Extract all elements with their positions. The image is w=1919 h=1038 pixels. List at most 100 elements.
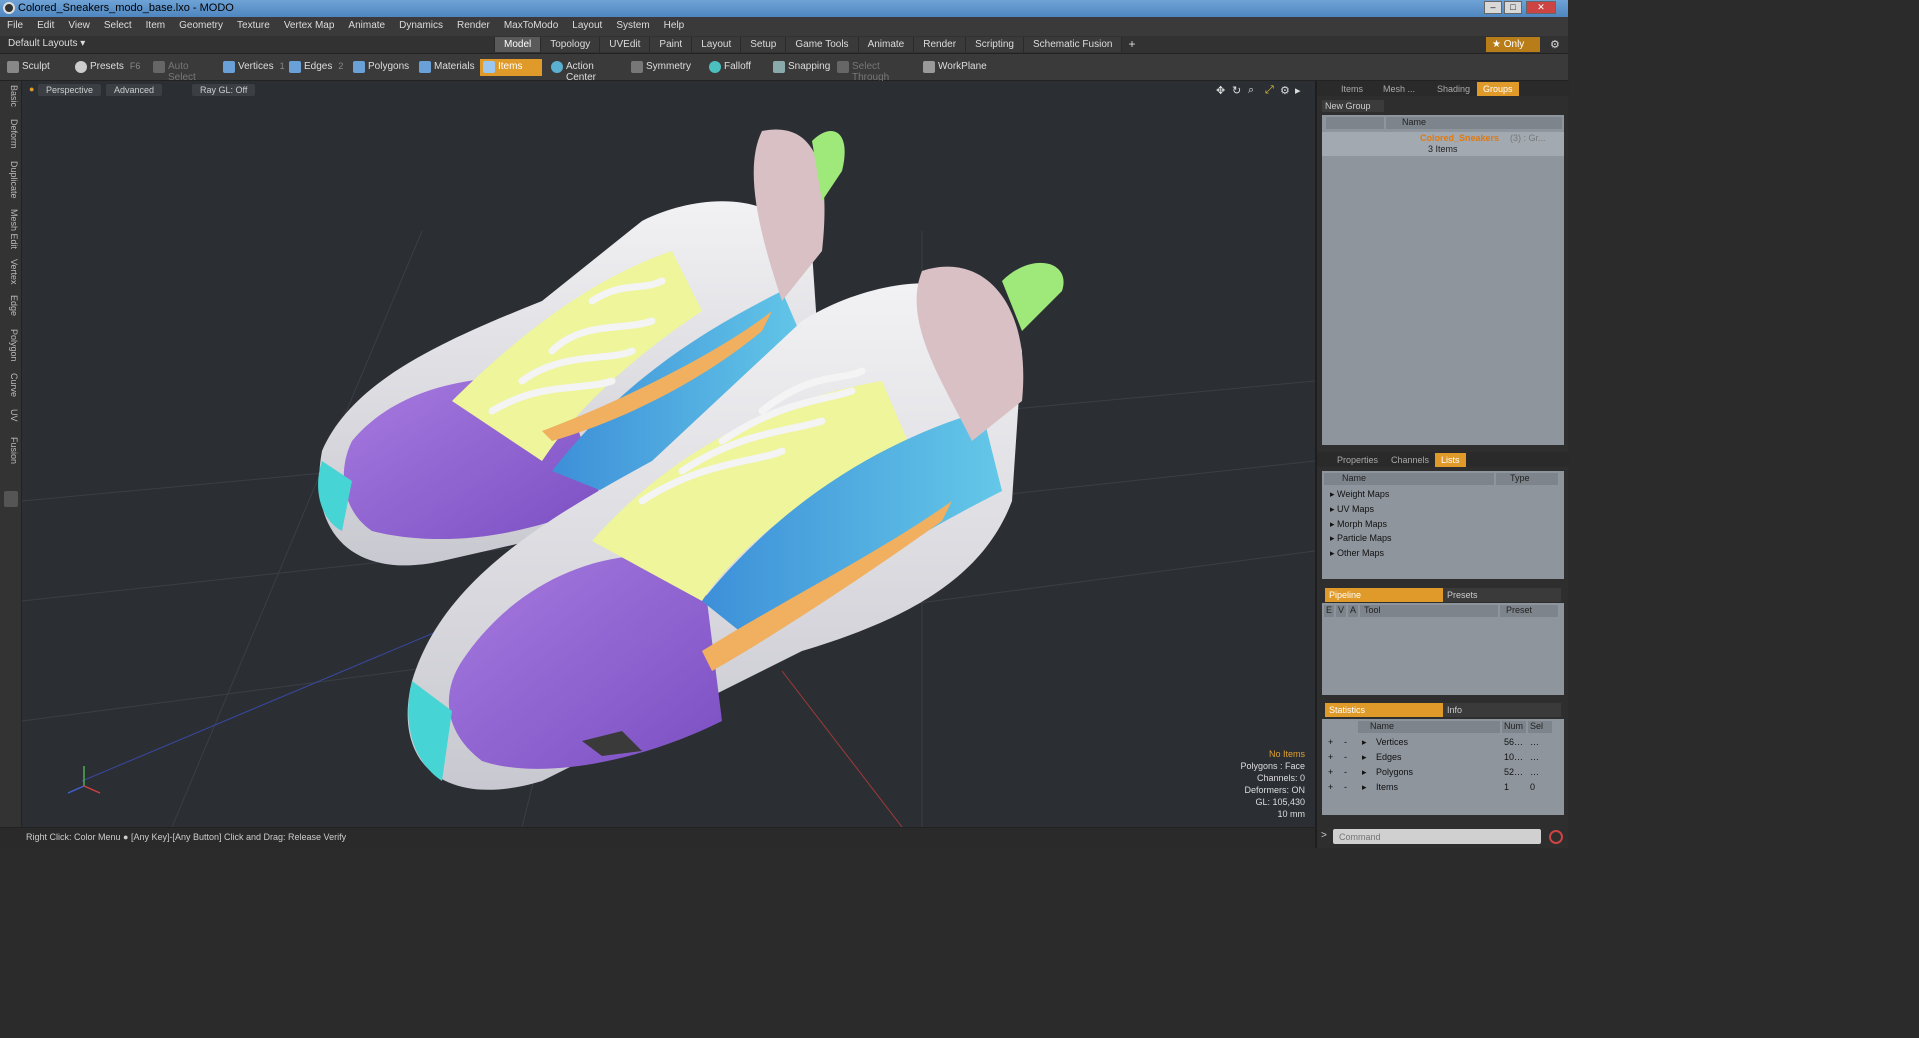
menu-vertex-map[interactable]: Vertex Map	[277, 17, 342, 31]
tab-groups[interactable]: Groups	[1477, 82, 1519, 96]
tab-game-tools[interactable]: Game Tools	[785, 37, 858, 52]
statistics-table[interactable]: Name Num Sel + - ▸ Vertices 56… … + - ▸ Edge…	[1322, 719, 1564, 815]
sidebar-collapse-button[interactable]	[4, 491, 18, 507]
tab-items[interactable]: Items	[1335, 82, 1369, 96]
gear-icon[interactable]: ⚙	[1550, 38, 1560, 51]
menu-dynamics[interactable]: Dynamics	[392, 17, 450, 31]
menu-layout[interactable]: Layout	[565, 17, 609, 31]
select-through-button[interactable]: Select Through	[834, 59, 916, 83]
list-item-uv-maps[interactable]: ▸ UV Maps	[1330, 504, 1374, 515]
tab-statistics[interactable]: Statistics	[1325, 703, 1443, 717]
vtab-basic[interactable]: Basic	[3, 85, 19, 107]
vtab-deform[interactable]: Deform	[3, 119, 19, 149]
list-item-particle-maps[interactable]: ▸ Particle Maps	[1330, 533, 1392, 544]
tab-shading[interactable]: Shading	[1431, 82, 1476, 96]
raygl-toggle[interactable]: Ray GL: Off	[192, 84, 256, 96]
vtab-vertex[interactable]: Vertex	[3, 259, 19, 285]
maximize-button[interactable]: □	[1504, 1, 1522, 14]
vtab-edge[interactable]: Edge	[3, 295, 19, 316]
vtab-curve[interactable]: Curve	[3, 373, 19, 397]
sculpt-button[interactable]: Sculpt	[4, 59, 70, 76]
rotate-view-icon[interactable]: ↻	[1232, 84, 1241, 97]
vtab-uv[interactable]: UV	[3, 409, 19, 422]
new-group-button[interactable]: New Group	[1322, 100, 1384, 112]
menu-geometry[interactable]: Geometry	[172, 17, 230, 31]
tab-setup[interactable]: Setup	[740, 37, 786, 52]
expand-plus-icon[interactable]: +	[1328, 737, 1333, 747]
3d-viewport[interactable]: ● Perspective Advanced Ray GL: Off ✥ ↻ ⌕…	[22, 81, 1315, 827]
zoom-view-icon[interactable]: ⌕	[1248, 84, 1254, 97]
menu-animate[interactable]: Animate	[341, 17, 392, 31]
collapse-minus-icon[interactable]: -	[1344, 782, 1347, 792]
tab-topology[interactable]: Topology	[540, 37, 600, 52]
tab-pipeline[interactable]: Pipeline	[1325, 588, 1443, 602]
groups-list[interactable]: Name Colored_Sneakers (3) : Gr... 3 Item…	[1322, 115, 1564, 445]
viewport-settings-icon[interactable]: ⚙	[1280, 84, 1290, 97]
move-view-icon[interactable]: ✥	[1216, 84, 1225, 97]
menu-render[interactable]: Render	[450, 17, 497, 31]
collapse-minus-icon[interactable]: -	[1344, 737, 1347, 747]
tab-animate[interactable]: Animate	[857, 37, 914, 52]
lists-tree[interactable]: Name Type ▸ Weight Maps ▸ UV Maps ▸ Morp…	[1322, 471, 1564, 579]
collapse-minus-icon[interactable]: -	[1344, 767, 1347, 777]
vertices-button[interactable]: Vertices 1	[220, 59, 285, 76]
menu-edit[interactable]: Edit	[30, 17, 61, 31]
tab-uvedit[interactable]: UVEdit	[599, 37, 650, 52]
edges-button[interactable]: Edges 2	[286, 59, 348, 76]
symmetry-button[interactable]: Symmetry	[628, 59, 696, 76]
fit-view-icon[interactable]: ⤢	[1265, 84, 1274, 97]
tab-layout[interactable]: Layout	[691, 37, 741, 52]
vtab-polygon[interactable]: Polygon	[3, 329, 19, 362]
table-row[interactable]: + - ▸ Vertices 56… …	[1322, 736, 1564, 750]
tab-schematic-fusion[interactable]: Schematic Fusion	[1022, 37, 1122, 52]
tab-render[interactable]: Render	[913, 37, 966, 52]
auto-select-button[interactable]: Auto Select	[150, 59, 218, 83]
list-item-morph-maps[interactable]: ▸ Morph Maps	[1330, 519, 1387, 530]
expand-plus-icon[interactable]: +	[1328, 782, 1333, 792]
expand-plus-icon[interactable]: +	[1328, 767, 1333, 777]
menu-file[interactable]: File	[0, 17, 30, 31]
presets-button[interactable]: Presets F6	[72, 59, 140, 76]
advanced-dropdown[interactable]: Advanced	[106, 84, 163, 96]
pipeline-list[interactable]: E V A Tool Preset	[1322, 603, 1564, 695]
vtab-fusion[interactable]: Fusion	[3, 437, 19, 464]
tab-mesh[interactable]: Mesh ...	[1377, 82, 1421, 96]
list-item-other-maps[interactable]: ▸ Other Maps	[1330, 548, 1384, 559]
menu-texture[interactable]: Texture	[230, 17, 277, 31]
tab-channels[interactable]: Channels	[1385, 453, 1435, 467]
tab-presets[interactable]: Presets	[1443, 588, 1561, 602]
menu-item[interactable]: Item	[139, 17, 172, 31]
viewport-expand-icon[interactable]: ▸	[1295, 84, 1301, 97]
workplane-button[interactable]: WorkPlane	[920, 59, 990, 76]
table-row[interactable]: + - ▸ Edges 10… …	[1322, 751, 1564, 765]
only-toggle[interactable]: ★ Only	[1486, 37, 1540, 52]
snapping-button[interactable]: Snapping	[770, 59, 830, 76]
tab-lists[interactable]: Lists	[1435, 453, 1466, 467]
tab-paint[interactable]: Paint	[649, 37, 692, 52]
tab-info[interactable]: Info	[1443, 703, 1561, 717]
table-row[interactable]: + - ▸ Items 1 0	[1322, 781, 1564, 795]
close-button[interactable]: ✕	[1526, 1, 1556, 14]
items-button[interactable]: Items	[480, 59, 542, 76]
expand-plus-icon[interactable]: +	[1328, 752, 1333, 762]
collapse-minus-icon[interactable]: -	[1344, 752, 1347, 762]
tab-properties[interactable]: Properties	[1331, 453, 1384, 467]
menu-select[interactable]: Select	[97, 17, 139, 31]
tab-model[interactable]: Model	[494, 37, 541, 52]
menu-system[interactable]: System	[609, 17, 656, 31]
minimize-button[interactable]: –	[1484, 1, 1502, 14]
perspective-dropdown[interactable]: Perspective	[38, 84, 102, 96]
menu-view[interactable]: View	[61, 17, 97, 31]
menu-help[interactable]: Help	[657, 17, 692, 31]
falloff-button[interactable]: Falloff	[706, 59, 766, 76]
action-center-button[interactable]: Action Center	[548, 59, 624, 83]
group-row[interactable]: Colored_Sneakers (3) : Gr... 3 Items	[1322, 132, 1564, 156]
default-layouts-dropdown[interactable]: Default Layouts ▾	[8, 38, 85, 49]
polygons-button[interactable]: Polygons	[350, 59, 412, 76]
list-item-weight-maps[interactable]: ▸ Weight Maps	[1330, 489, 1389, 500]
materials-button[interactable]: Materials	[416, 59, 478, 76]
add-tab-button[interactable]: +	[1121, 37, 1141, 52]
vtab-duplicate[interactable]: Duplicate	[3, 161, 19, 199]
tab-scripting[interactable]: Scripting	[965, 37, 1023, 52]
table-row[interactable]: + - ▸ Polygons 52… …	[1322, 766, 1564, 780]
